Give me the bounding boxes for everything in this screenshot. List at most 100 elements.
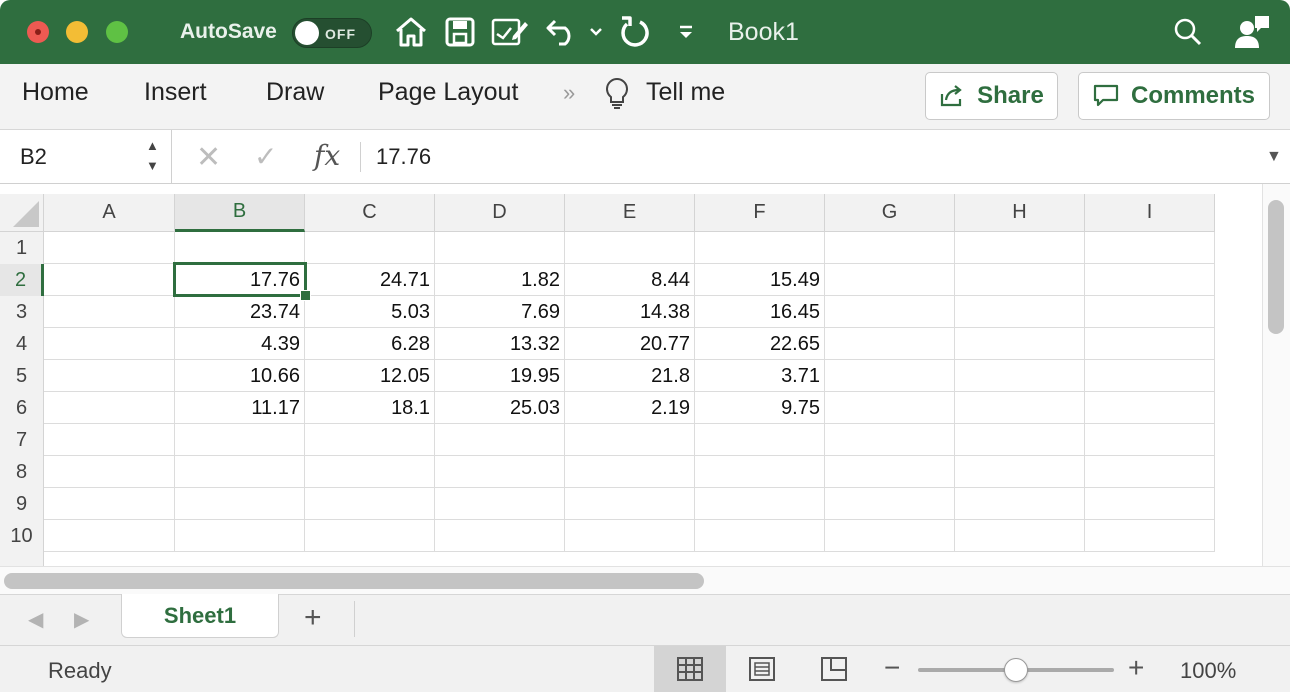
home-icon[interactable] xyxy=(392,14,430,50)
select-all-corner[interactable] xyxy=(0,194,44,232)
cell-d7[interactable] xyxy=(435,424,565,456)
cell-g1[interactable] xyxy=(825,232,955,264)
vertical-scroll-thumb[interactable] xyxy=(1268,200,1284,334)
prev-sheet-icon[interactable]: ◀ xyxy=(28,607,43,632)
cell-i3[interactable] xyxy=(1085,296,1215,328)
cell-b5[interactable]: 10.66 xyxy=(175,360,305,392)
tab-insert[interactable]: Insert xyxy=(144,78,207,107)
cell-f10[interactable] xyxy=(695,520,825,552)
cell-a1[interactable] xyxy=(44,232,175,264)
next-sheet-icon[interactable]: ▶ xyxy=(74,607,89,632)
comments-button[interactable]: Comments xyxy=(1078,72,1270,120)
normal-view-button[interactable] xyxy=(654,646,726,692)
cell-i5[interactable] xyxy=(1085,360,1215,392)
cell-a5[interactable] xyxy=(44,360,175,392)
row-header-3[interactable]: 3 xyxy=(0,296,44,328)
cell-b6[interactable]: 11.17 xyxy=(175,392,305,424)
cell-a6[interactable] xyxy=(44,392,175,424)
customize-toolbar-icon[interactable] xyxy=(674,14,698,50)
cell-i4[interactable] xyxy=(1085,328,1215,360)
cell-h1[interactable] xyxy=(955,232,1085,264)
cell-h7[interactable] xyxy=(955,424,1085,456)
cell-g7[interactable] xyxy=(825,424,955,456)
cell-d10[interactable] xyxy=(435,520,565,552)
column-header-a[interactable]: A xyxy=(44,194,175,232)
cell-a3[interactable] xyxy=(44,296,175,328)
cell-f5[interactable]: 3.71 xyxy=(695,360,825,392)
add-sheet-button[interactable]: + xyxy=(304,601,322,635)
name-box[interactable]: B2 ▲ ▼ xyxy=(0,130,172,184)
cell-e8[interactable] xyxy=(565,456,695,488)
cell-a10[interactable] xyxy=(44,520,175,552)
row-header-1[interactable]: 1 xyxy=(0,232,44,264)
tell-me-search[interactable]: Tell me xyxy=(646,78,725,107)
zoom-window-button[interactable] xyxy=(106,21,128,43)
row-header-4[interactable]: 4 xyxy=(0,328,44,360)
cell-f1[interactable] xyxy=(695,232,825,264)
row-header-5[interactable]: 5 xyxy=(0,360,44,392)
cell-b8[interactable] xyxy=(175,456,305,488)
horizontal-scroll-thumb[interactable] xyxy=(4,573,704,589)
cell-h6[interactable] xyxy=(955,392,1085,424)
column-header-i[interactable]: I xyxy=(1085,194,1215,232)
cell-c7[interactable] xyxy=(305,424,435,456)
zoom-level[interactable]: 100% xyxy=(1180,658,1236,684)
cell-b7[interactable] xyxy=(175,424,305,456)
row-header-9[interactable]: 9 xyxy=(0,488,44,520)
autosave-toggle[interactable]: OFF xyxy=(292,18,372,48)
cell-a4[interactable] xyxy=(44,328,175,360)
cell-d6[interactable]: 25.03 xyxy=(435,392,565,424)
zoom-in-button[interactable]: + xyxy=(1128,652,1144,684)
cell-b1[interactable] xyxy=(175,232,305,264)
minimize-window-button[interactable] xyxy=(66,21,88,43)
cell-f3[interactable]: 16.45 xyxy=(695,296,825,328)
cell-e1[interactable] xyxy=(565,232,695,264)
cell-c10[interactable] xyxy=(305,520,435,552)
cell-f7[interactable] xyxy=(695,424,825,456)
redo-icon[interactable] xyxy=(616,14,654,50)
row-header-7[interactable]: 7 xyxy=(0,424,44,456)
cell-e2[interactable]: 8.44 xyxy=(565,264,695,296)
zoom-slider-knob[interactable] xyxy=(1004,658,1028,682)
cell-a2[interactable] xyxy=(44,264,175,296)
cell-g8[interactable] xyxy=(825,456,955,488)
cell-h3[interactable] xyxy=(955,296,1085,328)
cell-g6[interactable] xyxy=(825,392,955,424)
cell-b9[interactable] xyxy=(175,488,305,520)
cell-e4[interactable]: 20.77 xyxy=(565,328,695,360)
confirm-entry-icon[interactable]: ✓ xyxy=(254,140,277,173)
close-window-button[interactable] xyxy=(27,21,49,43)
more-tabs-chevron-icon[interactable]: » xyxy=(563,80,575,106)
cell-d9[interactable] xyxy=(435,488,565,520)
cell-i7[interactable] xyxy=(1085,424,1215,456)
cell-e10[interactable] xyxy=(565,520,695,552)
lightbulb-icon[interactable] xyxy=(604,77,630,116)
page-break-view-button[interactable] xyxy=(798,646,870,692)
cell-d8[interactable] xyxy=(435,456,565,488)
cell-c3[interactable]: 5.03 xyxy=(305,296,435,328)
tab-page-layout[interactable]: Page Layout xyxy=(378,78,518,107)
cell-g9[interactable] xyxy=(825,488,955,520)
cell-i1[interactable] xyxy=(1085,232,1215,264)
vertical-scrollbar[interactable] xyxy=(1262,184,1290,566)
cell-d4[interactable]: 13.32 xyxy=(435,328,565,360)
cancel-entry-icon[interactable]: ✕ xyxy=(196,140,221,175)
cell-d2[interactable]: 1.82 xyxy=(435,264,565,296)
cell-h9[interactable] xyxy=(955,488,1085,520)
cell-h4[interactable] xyxy=(955,328,1085,360)
cell-b4[interactable]: 4.39 xyxy=(175,328,305,360)
cell-e3[interactable]: 14.38 xyxy=(565,296,695,328)
cell-c1[interactable] xyxy=(305,232,435,264)
cell-i8[interactable] xyxy=(1085,456,1215,488)
cell-e6[interactable]: 2.19 xyxy=(565,392,695,424)
column-header-f[interactable]: F xyxy=(695,194,825,232)
spreadsheet-grid[interactable]: A B C D E F G H I 1 2 17.76 24.71 1.82 8.44 15.49 3 23.74… xyxy=(0,184,1262,566)
cell-i9[interactable] xyxy=(1085,488,1215,520)
account-icon[interactable] xyxy=(1232,14,1272,50)
cell-f4[interactable]: 22.65 xyxy=(695,328,825,360)
tab-home[interactable]: Home xyxy=(22,78,89,107)
cell-c4[interactable]: 6.28 xyxy=(305,328,435,360)
edit-document-icon[interactable] xyxy=(490,14,530,50)
cell-h2[interactable] xyxy=(955,264,1085,296)
row-header-8[interactable]: 8 xyxy=(0,456,44,488)
